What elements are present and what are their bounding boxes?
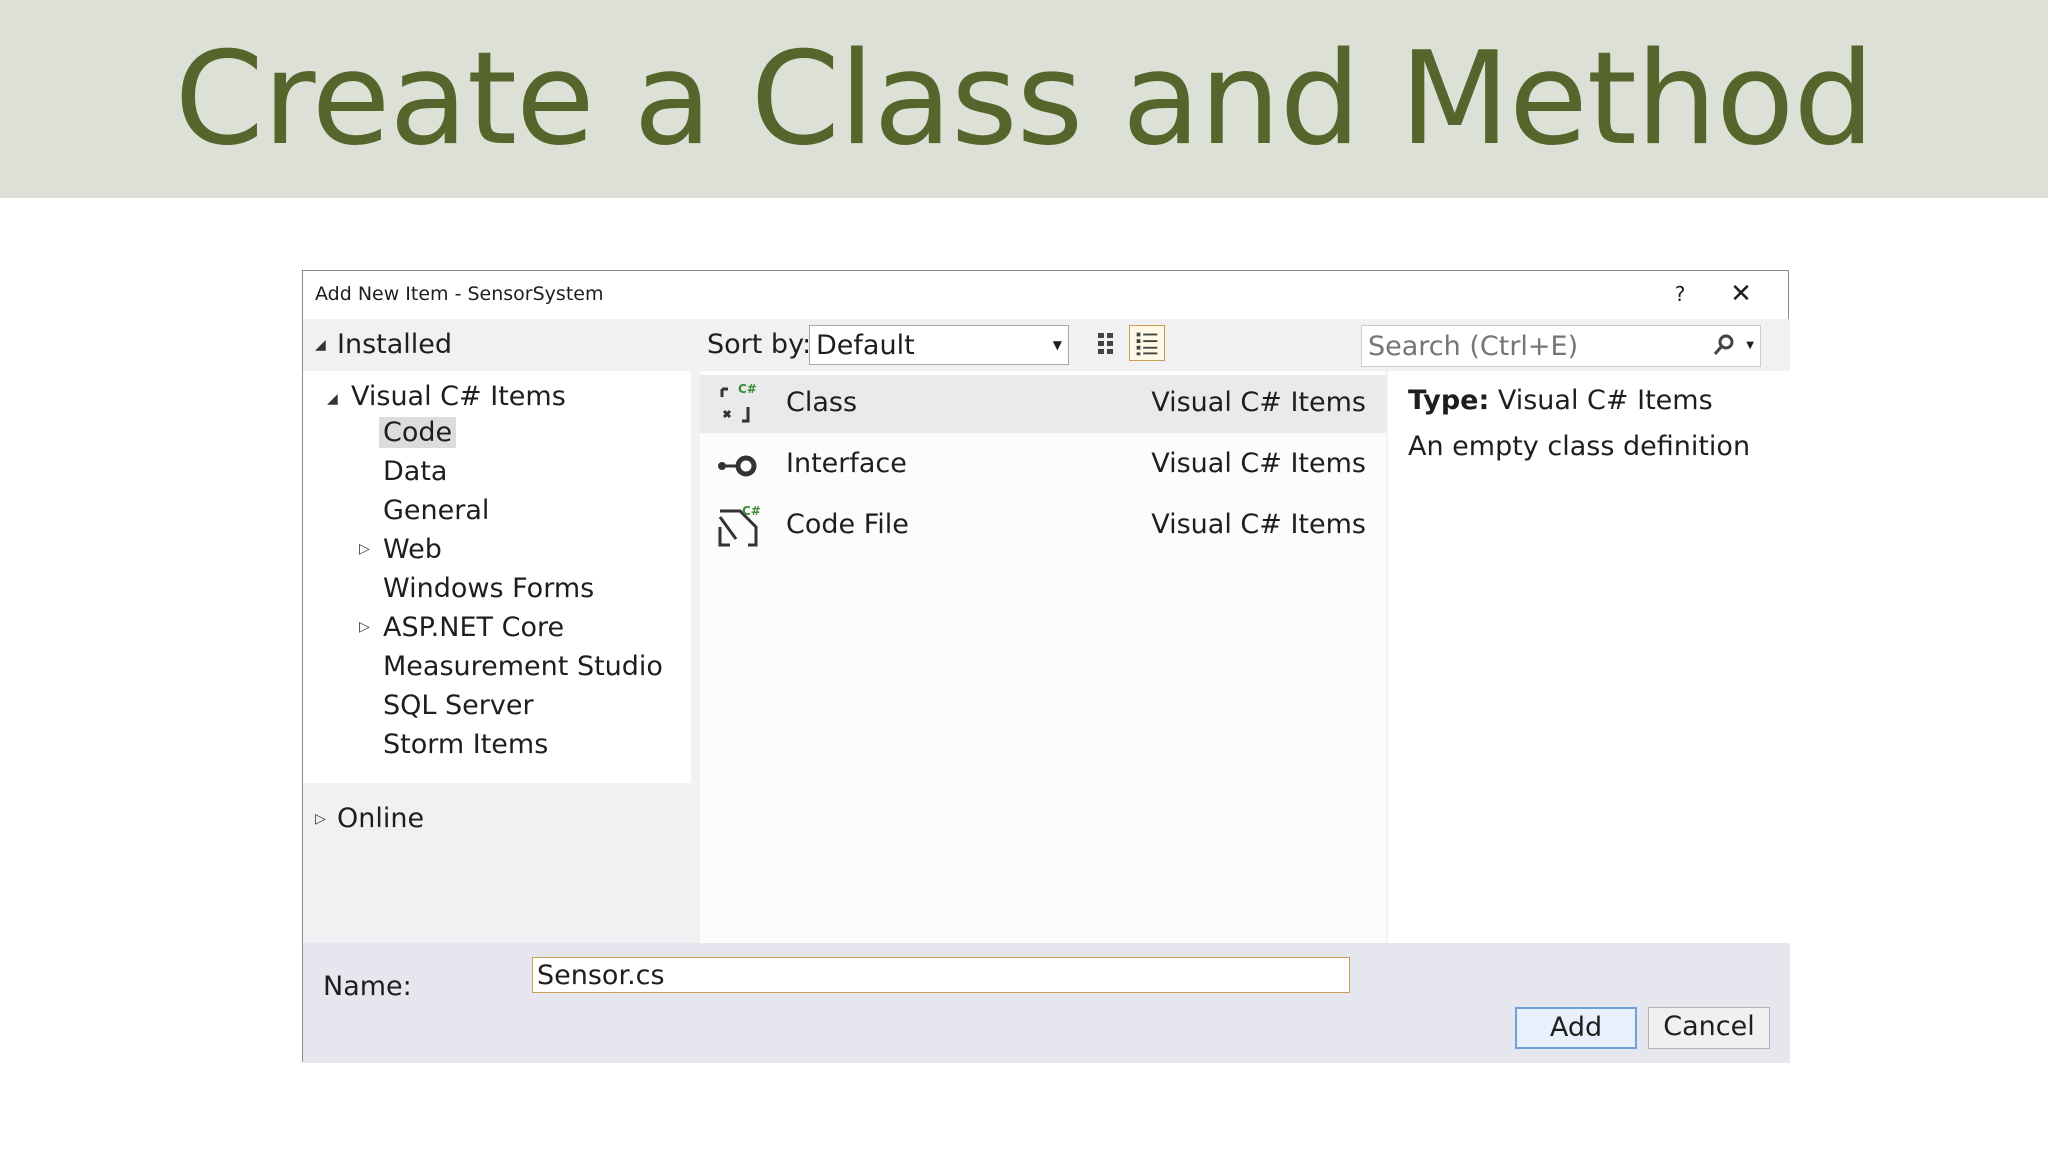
search-icon[interactable] xyxy=(1712,332,1736,360)
list-item-class[interactable]: C# Class Visual C# Items xyxy=(700,375,1386,433)
sort-toolbar: Sort by: Default ▼ ▼ xyxy=(691,319,1790,371)
item-category: Visual C# Items xyxy=(1151,448,1366,479)
detail-pane: Type: Visual C# Items An empty class def… xyxy=(1388,371,1790,943)
detail-description: An empty class definition xyxy=(1408,431,1751,462)
installed-label: Installed xyxy=(337,329,453,360)
sort-dropdown[interactable]: Default ▼ xyxy=(809,325,1069,365)
class-icon: C# xyxy=(720,382,757,423)
tree-item-sql-server[interactable]: SQL Server xyxy=(383,690,534,721)
close-button[interactable]: ✕ xyxy=(1721,277,1761,311)
cancel-button[interactable]: Cancel xyxy=(1648,1007,1770,1049)
list-view-icon[interactable] xyxy=(1129,325,1165,361)
code-file-icon: C# xyxy=(718,504,761,547)
search-input[interactable] xyxy=(1368,330,1708,362)
dialog-titlebar: Add New Item - SensorSystem ? ✕ xyxy=(303,271,1788,319)
expand-triangle-icon[interactable]: ▷ xyxy=(359,619,370,635)
list-item-code-file[interactable]: C# Code File Visual C# Items xyxy=(700,497,1386,555)
online-label: Online xyxy=(337,803,425,834)
detail-type: Type: Visual C# Items xyxy=(1408,385,1713,416)
add-new-item-dialog: Add New Item - SensorSystem ? ✕ ◢ Instal… xyxy=(302,270,1790,1063)
item-name: Interface xyxy=(786,448,907,479)
detail-type-value: Visual C# Items xyxy=(1497,385,1713,416)
item-name: Code File xyxy=(786,509,909,540)
name-label: Name: xyxy=(323,971,412,1002)
list-item-interface[interactable]: Interface Visual C# Items xyxy=(700,436,1386,494)
tree-item-web[interactable]: Web xyxy=(383,534,442,565)
tree-item-windows-forms[interactable]: Windows Forms xyxy=(383,573,594,604)
tree-item-code[interactable]: Code xyxy=(379,417,457,448)
expand-triangle-icon[interactable]: ▷ xyxy=(359,541,370,557)
tree-item-measurement-studio[interactable]: Measurement Studio xyxy=(383,651,663,682)
detail-type-label: Type: xyxy=(1408,385,1490,416)
sort-value: Default xyxy=(816,330,915,361)
add-button[interactable]: Add xyxy=(1515,1007,1637,1049)
small-icons-view-icon[interactable] xyxy=(1095,329,1125,359)
item-category: Visual C# Items xyxy=(1151,509,1366,540)
interface-icon xyxy=(718,455,757,477)
collapse-triangle-icon: ◢ xyxy=(315,337,326,353)
installed-header[interactable]: ◢ Installed xyxy=(303,319,691,371)
item-category: Visual C# Items xyxy=(1151,387,1366,418)
search-box[interactable]: ▼ xyxy=(1361,325,1761,367)
chevron-down-icon: ▼ xyxy=(1052,338,1062,352)
chevron-down-icon[interactable]: ▼ xyxy=(1746,340,1754,351)
tree-item-data[interactable]: Data xyxy=(383,456,447,487)
slide-title: Create a Class and Method xyxy=(174,25,1874,174)
tree-item-storm-items[interactable]: Storm Items xyxy=(383,729,548,760)
dialog-footer: Name: Add Cancel xyxy=(303,943,1790,1063)
sort-label: Sort by: xyxy=(707,329,812,360)
tree-item-aspnet-core[interactable]: ASP.NET Core xyxy=(383,612,564,643)
svg-text:C#: C# xyxy=(738,382,757,396)
help-button[interactable]: ? xyxy=(1663,277,1697,311)
tree-item-general[interactable]: General xyxy=(383,495,489,526)
category-tree: ◢ Visual C# Items Code Data General ▷ We… xyxy=(303,371,691,783)
svg-text:C#: C# xyxy=(742,504,761,518)
template-list: C# Class Visual C# Items Interface Visua… xyxy=(700,371,1386,943)
tree-item-visual-csharp[interactable]: Visual C# Items xyxy=(351,381,566,412)
dialog-title: Add New Item - SensorSystem xyxy=(315,283,604,305)
expand-triangle-icon: ▷ xyxy=(315,811,326,827)
item-name: Class xyxy=(786,387,858,418)
collapse-triangle-icon: ◢ xyxy=(327,391,338,407)
name-field[interactable] xyxy=(532,957,1350,993)
